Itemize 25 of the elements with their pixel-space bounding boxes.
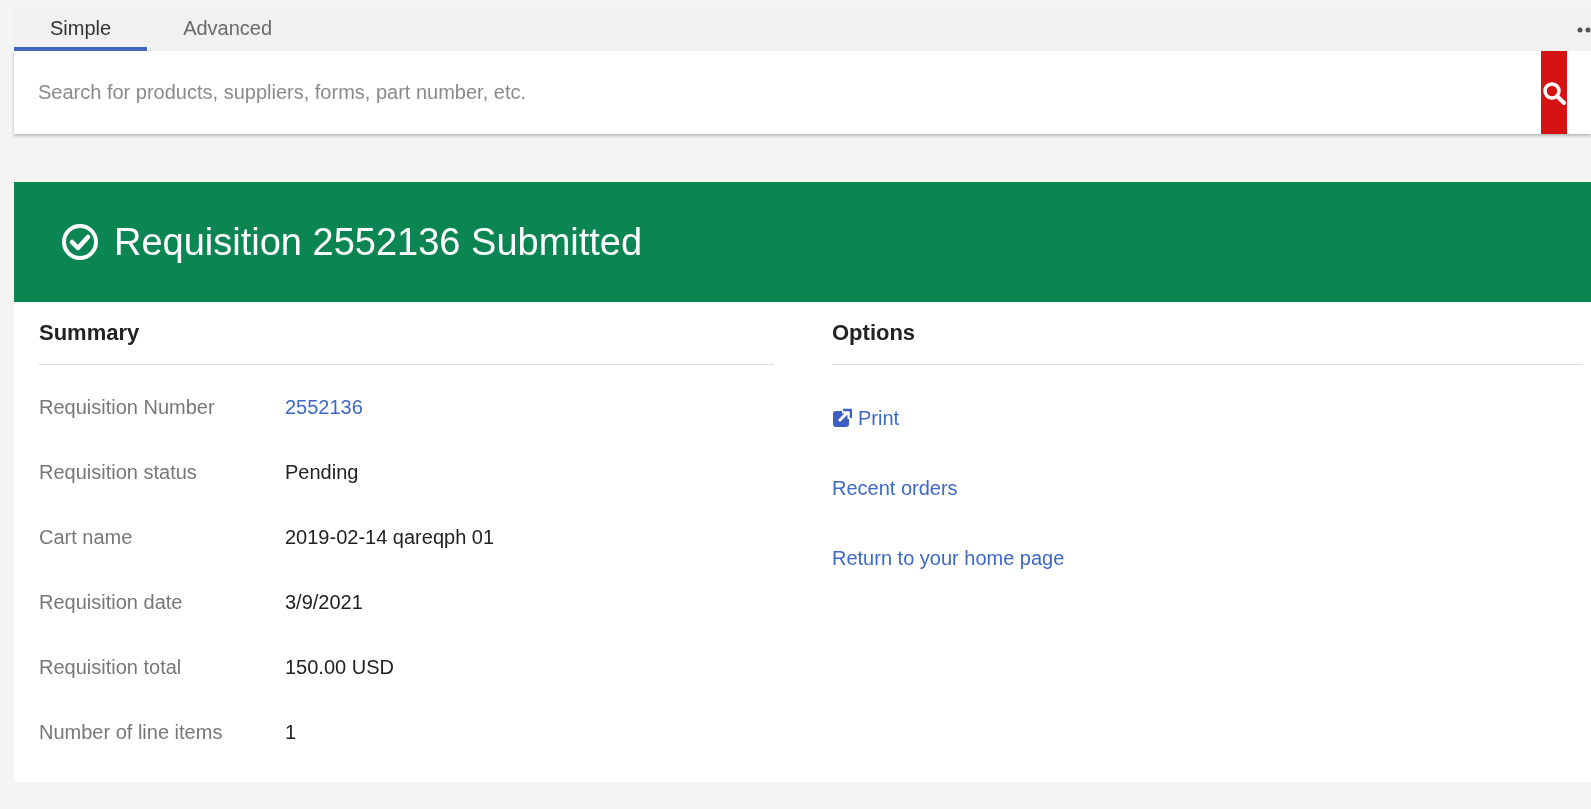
field-label: Requisition Number [39,396,216,419]
search-icon [1541,79,1567,106]
option-link[interactable]: Recent orders [832,476,958,500]
section-heading: Options [832,320,917,347]
search-field[interactable]: Search for products, suppliers, forms, part number, etc. [14,51,1591,134]
field-value: 150.00 USD [285,656,394,679]
search-button[interactable] [1541,51,1567,134]
tab[interactable]: Advanced [147,9,309,51]
field-label: Cart name [39,526,134,549]
field-label: Requisition total [39,656,183,679]
more-icon[interactable] [1577,27,1591,33]
field-label: Number of line items [39,721,224,744]
field-value: 3/9/2021 [285,591,363,614]
check-circle-icon [60,222,100,262]
print-link[interactable]: Print [858,406,900,430]
field-label: Requisition date [39,591,184,614]
section-heading: Summary [39,320,141,347]
field-value: Pending [285,461,359,484]
field-label: Requisition status [39,461,198,484]
requisition-link[interactable]: 2552136 [285,396,363,419]
banner-title: Requisition 2552136 Submitted [114,220,643,264]
share-icon [832,408,852,428]
field-value: 2019-02-14 qareqph 01 [285,526,495,549]
option-link[interactable]: Return to your home page [832,546,1065,570]
field-value: 1 [285,721,297,744]
